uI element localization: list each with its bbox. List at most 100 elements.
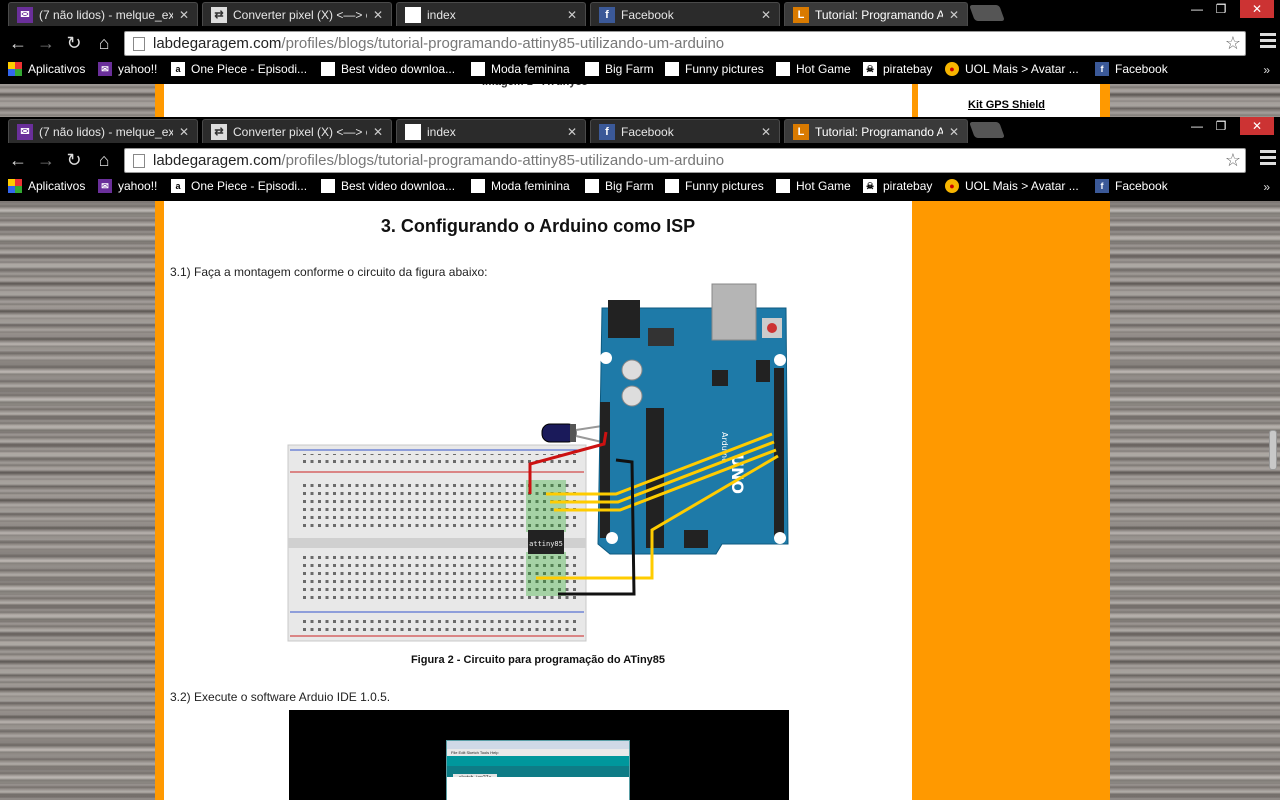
reload-icon[interactable]: ↻ [62, 149, 86, 171]
chrome-menu-icon[interactable] [1260, 33, 1276, 49]
bookmark-funny-pictures[interactable]: Funny pictures [665, 62, 764, 76]
close-tab-icon[interactable]: ✕ [179, 125, 189, 139]
amazon-icon: a [171, 62, 185, 76]
bookmark-hot-game[interactable]: Hot Game [776, 62, 851, 76]
close-tab-icon[interactable]: ✕ [949, 8, 959, 22]
bookmark-big-farm[interactable]: Big Farm [585, 179, 654, 193]
bookmark-piratebay[interactable]: ☠ piratebay [863, 179, 932, 193]
close-tab-icon[interactable]: ✕ [179, 8, 189, 22]
yahoo-mail-icon: ✉ [98, 179, 112, 193]
bookmark-video-downloader[interactable]: Best video downloa... [321, 62, 455, 76]
arduino-uno-board: Arduino UNO [597, 283, 789, 555]
step-2-text: 3.2) Execute o software Arduio IDE 1.0.5… [170, 690, 391, 704]
bookmark-funny-pictures[interactable]: Funny pictures [665, 179, 764, 193]
page-icon [405, 123, 421, 140]
arduino-ide-screenshot: File Edit Sketch Tools Help sketch_jan27… [289, 710, 789, 800]
bookmarks-bar: Aplicativos ✉ yahoo!! a One Piece - Episod… [0, 175, 1280, 201]
tab-facebook[interactable]: f Facebook ✕ [590, 2, 780, 26]
apps-grid-icon [8, 62, 22, 76]
bookmark-apps[interactable]: Aplicativos [8, 62, 85, 76]
bookmark-one-piece[interactable]: a One Piece - Episodi... [171, 179, 307, 193]
bookmark-star-icon[interactable]: ☆ [1225, 33, 1241, 54]
new-tab-button[interactable] [969, 5, 1005, 21]
bookmark-facebook[interactable]: f Facebook [1095, 179, 1168, 193]
page-icon [585, 62, 599, 76]
yahoo-mail-icon: ✉ [17, 123, 33, 140]
page-info-icon [133, 153, 145, 168]
page-icon [665, 62, 679, 76]
more-bookmarks-icon[interactable]: » [1263, 180, 1270, 194]
close-tab-icon[interactable]: ✕ [761, 8, 771, 22]
bookmark-facebook[interactable]: f Facebook [1095, 62, 1168, 76]
home-icon[interactable]: ⌂ [92, 149, 116, 171]
back-icon[interactable]: ← [6, 32, 30, 54]
bookmark-piratebay[interactable]: ☠ piratebay [863, 62, 932, 76]
close-tab-icon[interactable]: ✕ [761, 125, 771, 139]
tab-yahoo-mail[interactable]: ✉ (7 não lidos) - melque_ex ✕ [8, 119, 198, 143]
bookmark-uol[interactable]: ● UOL Mais > Avatar ... [945, 62, 1079, 76]
bookmark-uol[interactable]: ● UOL Mais > Avatar ... [945, 179, 1079, 193]
minimize-button[interactable]: — [1184, 117, 1210, 135]
back-icon[interactable]: ← [6, 149, 30, 171]
close-tab-icon[interactable]: ✕ [567, 125, 577, 139]
converter-icon: ⇄ [211, 6, 227, 23]
step-1-text: 3.1) Faça a montagem conforme o circuito… [170, 265, 488, 279]
page-icon [585, 179, 599, 193]
address-bar[interactable]: labdegaragem.com/profiles/blogs/tutorial… [124, 148, 1246, 173]
bookmark-star-icon[interactable]: ☆ [1225, 150, 1241, 171]
reload-icon[interactable]: ↻ [62, 32, 86, 54]
bookmark-video-downloader[interactable]: Best video downloa... [321, 179, 455, 193]
tab-converter[interactable]: ⇄ Converter pixel (X) <—> c ✕ [202, 2, 392, 26]
labdegaragem-icon: L [793, 123, 809, 140]
facebook-icon: f [599, 6, 615, 23]
close-window-button[interactable]: ✕ [1240, 117, 1274, 135]
converter-icon: ⇄ [211, 123, 227, 140]
bookmark-hot-game[interactable]: Hot Game [776, 179, 851, 193]
bookmark-moda-feminina[interactable]: Moda feminina [471, 179, 570, 193]
bookmark-big-farm[interactable]: Big Farm [585, 62, 654, 76]
minimize-button[interactable]: — [1184, 0, 1210, 18]
tab-index[interactable]: index ✕ [396, 2, 586, 26]
ide-editor [447, 777, 629, 800]
scrollbar-thumb[interactable] [1269, 430, 1277, 470]
bookmark-yahoo[interactable]: ✉ yahoo!! [98, 62, 157, 76]
restore-button[interactable]: ❐ [1208, 117, 1234, 135]
bookmark-moda-feminina[interactable]: Moda feminina [471, 62, 570, 76]
toolbar: ← → ↻ ⌂ labdegaragem.com/profiles/blogs/… [0, 145, 1280, 175]
close-tab-icon[interactable]: ✕ [567, 8, 577, 22]
page-icon [665, 179, 679, 193]
tab-tutorial[interactable]: L Tutorial: Programando AT ✕ [784, 2, 968, 26]
close-tab-icon[interactable]: ✕ [949, 125, 959, 139]
figure-caption: Figura 2 - Circuito para programação do … [410, 654, 666, 666]
tab-yahoo-mail[interactable]: ✉ (7 não lidos) - melque_ex ✕ [8, 2, 198, 26]
forward-icon[interactable]: → [34, 32, 58, 54]
forward-icon[interactable]: → [34, 149, 58, 171]
bookmarks-bar: Aplicativos ✉ yahoo!! a One Piece - Episod… [0, 58, 1280, 84]
page-icon [776, 179, 790, 193]
close-window-button[interactable]: ✕ [1240, 0, 1274, 18]
right-sidebar [912, 200, 1110, 800]
kit-gps-shield-link[interactable]: Kit GPS Shield [968, 99, 1045, 111]
facebook-icon: f [599, 123, 615, 140]
close-tab-icon[interactable]: ✕ [373, 125, 383, 139]
chrome-menu-icon[interactable] [1260, 150, 1276, 166]
home-icon[interactable]: ⌂ [92, 32, 116, 54]
tab-converter[interactable]: ⇄ Converter pixel (X) <—> c ✕ [202, 119, 392, 143]
uol-icon: ● [945, 62, 959, 76]
bookmark-yahoo[interactable]: ✉ yahoo!! [98, 179, 157, 193]
close-tab-icon[interactable]: ✕ [373, 8, 383, 22]
tab-facebook[interactable]: f Facebook ✕ [590, 119, 780, 143]
address-bar[interactable]: labdegaragem.com/profiles/blogs/tutorial… [124, 31, 1246, 56]
new-tab-button[interactable] [969, 122, 1005, 138]
page-icon [776, 62, 790, 76]
apps-grid-icon [8, 179, 22, 193]
bookmark-apps[interactable]: Aplicativos [8, 179, 85, 193]
more-bookmarks-icon[interactable]: » [1263, 63, 1270, 77]
ide-menubar: File Edit Sketch Tools Help [447, 749, 629, 756]
tab-index[interactable]: index ✕ [396, 119, 586, 143]
restore-button[interactable]: ❐ [1208, 0, 1234, 18]
page-icon [471, 179, 485, 193]
tab-tutorial[interactable]: L Tutorial: Programando AT ✕ [784, 119, 968, 143]
bookmark-one-piece[interactable]: a One Piece - Episodi... [171, 62, 307, 76]
amazon-icon: a [171, 179, 185, 193]
